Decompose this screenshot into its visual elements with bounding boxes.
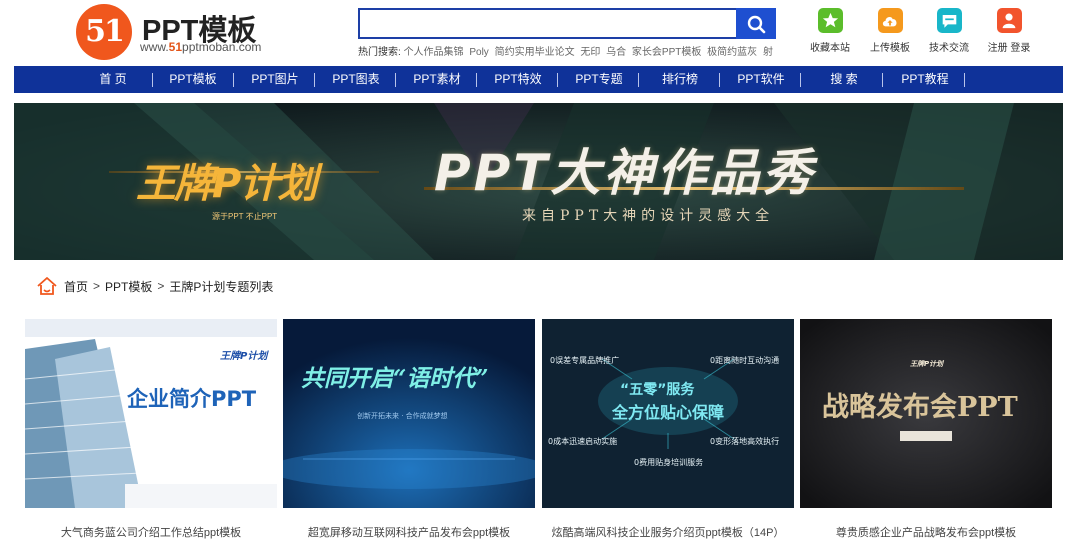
template-card[interactable]: 王牌P计划 战略发布会PPT 尊贵质感企业产品战略发布会ppt模板 [800,319,1052,539]
hot-keyword[interactable]: Poly [469,47,488,58]
nav-separator [638,73,639,87]
banner-subtitle: 来自PPT大神的设计灵感大全 [522,208,775,224]
nav-separator [882,73,883,87]
thumbnail-point: 0费用贴身培训服务 [634,458,704,467]
user-icon [996,8,1022,33]
nav-item-ppt-templates[interactable]: PPT模板 [162,66,224,93]
hot-keyword[interactable]: 乌合 [606,47,626,58]
nav-separator [964,73,965,87]
nav-item-ppt-software[interactable]: PPT软件 [730,66,792,93]
thumbnail-brand: 王牌P计划 [220,351,268,362]
search-button[interactable] [736,8,776,39]
template-thumbnail[interactable]: 0误差专属品牌推广 0距离随时互动沟通 “五零”服务 全方位贴心保障 0成本迅速… [542,319,794,508]
nav-item-ppt-topics[interactable]: PPT专题 [568,66,630,93]
tech-exchange-link[interactable]: 技术交流 [919,8,979,54]
nav-item-rankings[interactable]: 排行榜 [649,66,711,93]
thumbnail-brand: 王牌P计划 [910,360,944,368]
template-card[interactable]: 共同开启“语时代” 创新开拓未来 · 合作成就梦想 超宽屏移动互联网科技产品发布… [283,319,535,539]
template-thumbnail[interactable]: 王牌P计划 战略发布会PPT [800,319,1052,508]
nav-separator [233,73,234,87]
thumbnail-title: 战略发布会PPT [822,392,1018,423]
nav-separator [557,73,558,87]
thumbnail-point: 0变形落地高效执行 [710,437,780,446]
nav-item-search[interactable]: 搜 索 [814,66,874,93]
upload-cloud-icon [877,8,903,33]
thumbnail-subtitle: 创新开拓未来 · 合作成就梦想 [357,412,448,420]
nav-item-ppt-tutorials[interactable]: PPT教程 [894,66,956,93]
hot-keyword[interactable]: 射 [763,47,773,58]
tech-exchange-label: 技术交流 [929,43,969,54]
banner-logo-text: 王牌P计划 [136,161,317,207]
hot-keyword[interactable]: 个人作品集锦 [404,47,464,58]
register-login-link[interactable]: 注册 登录 [979,8,1039,54]
thumbnail-point: 0误差专属品牌推广 [550,356,620,365]
bookmark-site-label: 收藏本站 [810,43,850,54]
banner-logo-subtitle: 源于PPT 不止PPT [212,212,278,221]
nav-item-home[interactable]: 首 页 [84,66,142,93]
breadcrumb-home[interactable]: 首页 [64,278,88,295]
template-card[interactable]: 王牌P计划 企业简介PPT 大气商务蓝公司介绍工作总结ppt模板 [25,319,277,539]
hot-keyword[interactable]: 无印 [580,47,600,58]
template-thumbnail[interactable]: 王牌P计划 企业简介PPT [25,319,277,508]
nav-item-ppt-materials[interactable]: PPT素材 [406,66,468,93]
thumbnail-title: 企业简介PPT [127,387,257,411]
nav-separator [719,73,720,87]
thumbnail-point: 0成本迅速启动实施 [548,437,618,446]
template-thumbnail[interactable]: 共同开启“语时代” 创新开拓未来 · 合作成就梦想 [283,319,535,508]
breadcrumb-separator: > [93,279,101,293]
site-header: 51 PPT模板 www.51pptmoban.com 热门搜索: 个人作品集锦… [0,0,1080,64]
thumbnail-point: 0距离随时互动沟通 [710,356,780,365]
hero-banner[interactable]: 王牌P计划 源于PPT 不止PPT PPT大神作品秀 来自PPT大神的设计灵感大… [14,103,1063,260]
search-input[interactable] [358,8,738,39]
breadcrumb: 首页 > PPT模板 > 王牌P计划专题列表 [36,275,273,297]
thumbnail-title-1: “五零”服务 [620,382,695,398]
nav-separator [476,73,477,87]
logo-mark: 51 [76,4,132,60]
thumbnail-title: 共同开启“语时代” [301,365,489,392]
breadcrumb-current: 王牌P计划专题列表 [169,279,274,294]
hot-searches-label: 热门搜索: [358,47,401,58]
nav-item-ppt-effects[interactable]: PPT特效 [487,66,549,93]
main-nav: 首 页 PPT模板 PPT图片 PPT图表 PPT素材 PPT特效 PPT专题 … [14,66,1063,93]
site-logo[interactable]: 51 PPT模板 www.51pptmoban.com [76,4,286,60]
nav-separator [152,73,153,87]
template-title[interactable]: 超宽屏移动互联网科技产品发布会ppt模板 [283,524,535,540]
bookmark-site-link[interactable]: 收藏本站 [800,8,860,54]
template-title[interactable]: 炫酷高端风科技企业服务介绍页ppt模板（14P） [542,524,794,540]
star-icon [817,8,843,33]
hot-keyword[interactable]: 简约实用毕业论文 [495,47,575,58]
register-login-label: 注册 登录 [987,43,1031,54]
search-icon [747,15,766,33]
upload-template-label: 上传模板 [870,43,910,54]
template-title[interactable]: 大气商务蓝公司介绍工作总结ppt模板 [25,524,277,540]
nav-separator [314,73,315,87]
thumbnail-title-2: 全方位贴心保障 [612,403,725,422]
breadcrumb-ppt-templates[interactable]: PPT模板 [105,278,152,295]
breadcrumb-separator: > [157,279,165,293]
nav-item-ppt-charts[interactable]: PPT图表 [325,66,387,93]
template-title[interactable]: 尊贵质感企业产品战略发布会ppt模板 [800,524,1052,540]
hot-keyword[interactable]: 家长会PPT模板 [632,47,701,58]
nav-item-ppt-images[interactable]: PPT图片 [244,66,306,93]
nav-separator [395,73,396,87]
template-card[interactable]: 0误差专属品牌推广 0距离随时互动沟通 “五零”服务 全方位贴心保障 0成本迅速… [542,319,794,539]
hot-searches: 热门搜索: 个人作品集锦 Poly 简约实用毕业论文 无印 乌合 家长会PPT模… [358,43,778,58]
chat-icon [936,8,962,33]
logo-url: www.51pptmoban.com [140,40,262,54]
search-bar [358,8,776,39]
banner-title: PPT大神作品秀 [434,144,816,202]
nav-separator [800,73,801,87]
upload-template-link[interactable]: 上传模板 [860,8,920,54]
home-icon [37,277,57,295]
hot-keyword[interactable]: 极简约蓝灰 [707,47,757,58]
